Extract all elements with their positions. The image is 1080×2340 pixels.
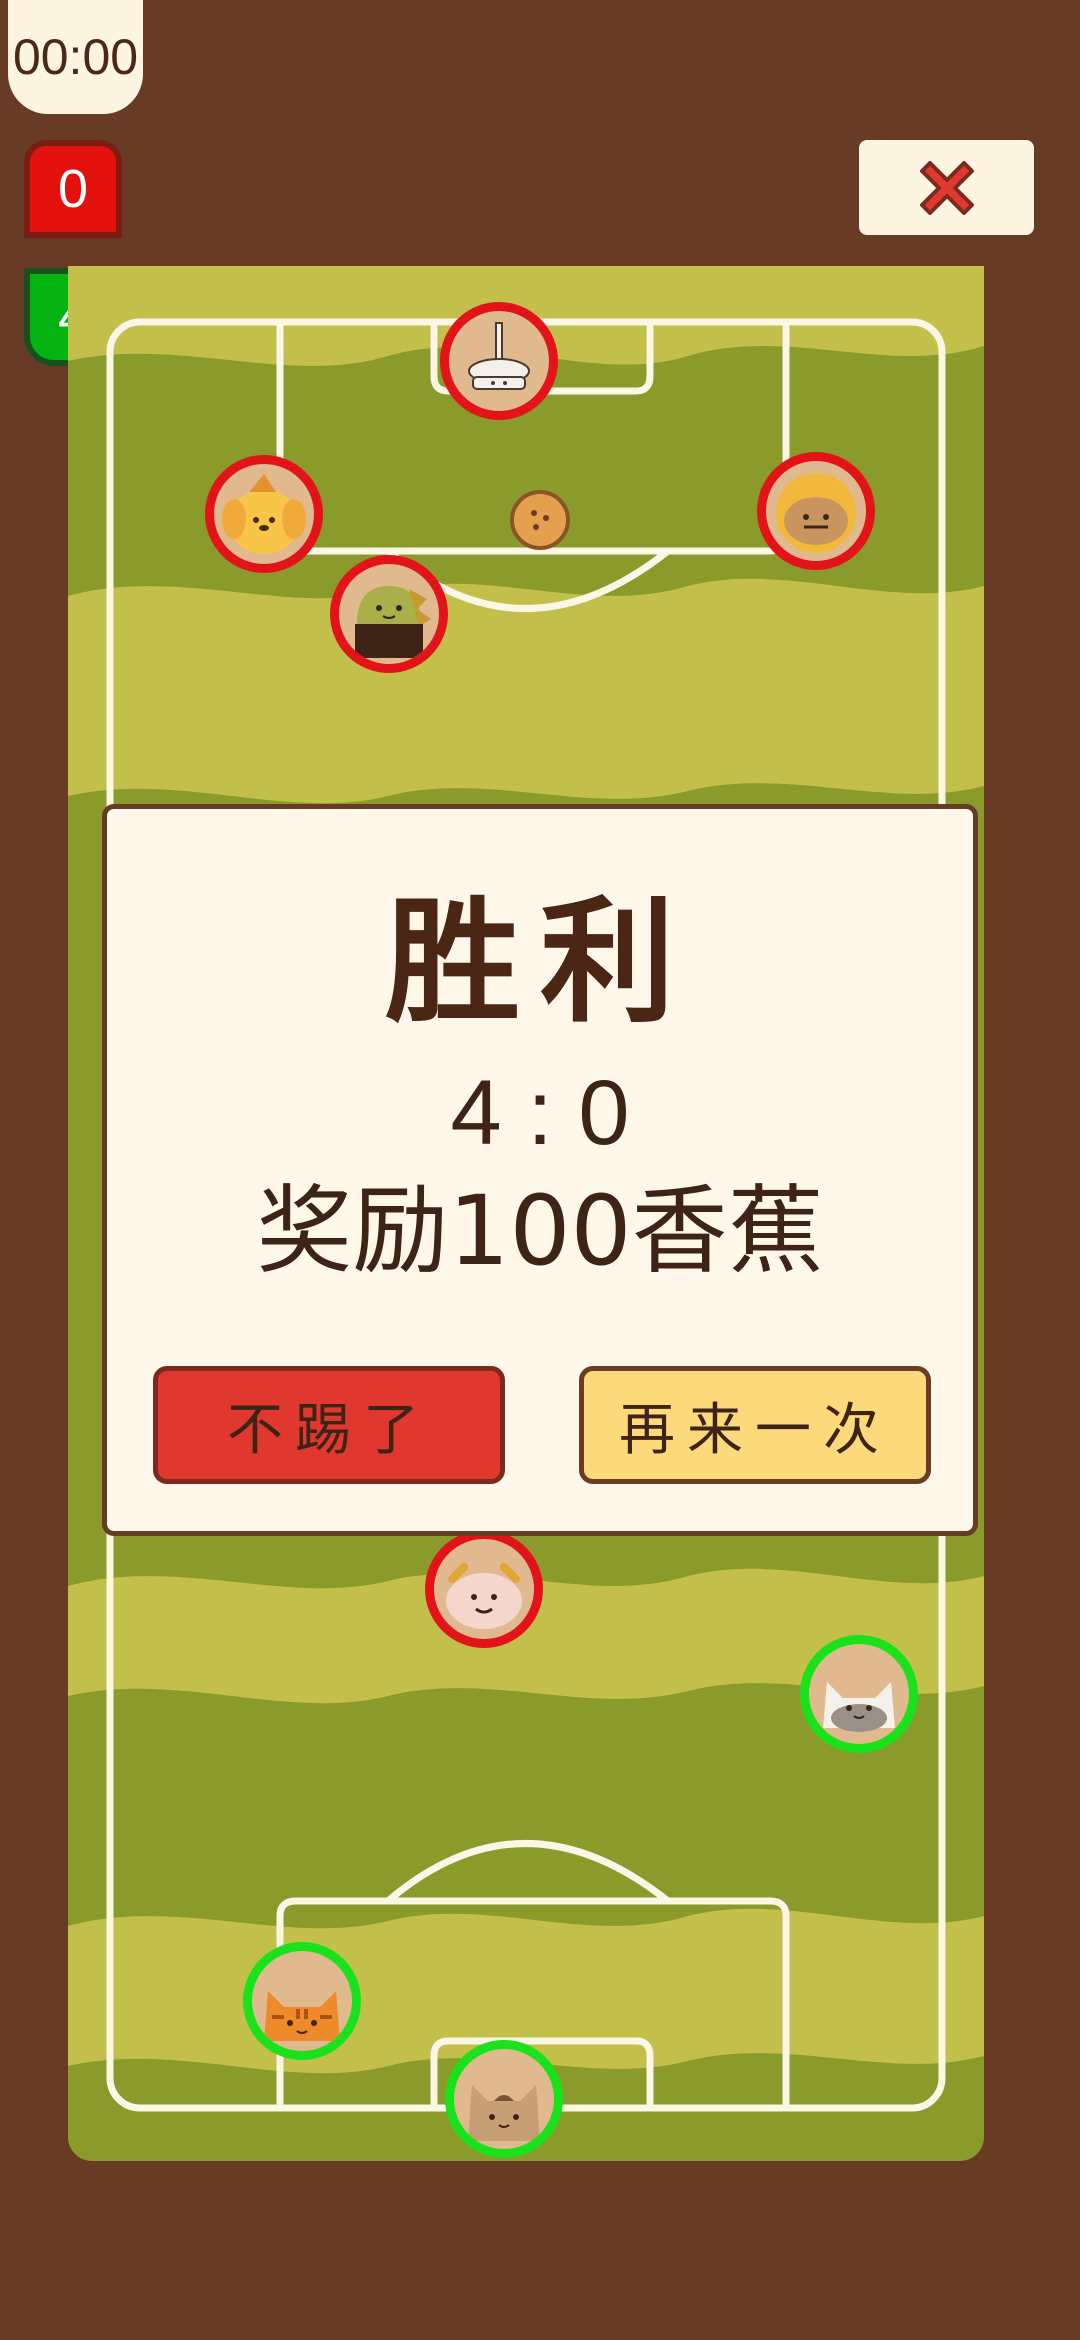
final-score: 4 : 0: [450, 1062, 630, 1164]
robot-icon: [468, 322, 530, 390]
result-dialog: 胜利 4 : 0 奖励100香蕉 不踢了 再来一次: [102, 804, 978, 1536]
red-player-goalkeeper[interactable]: [440, 302, 558, 420]
close-button[interactable]: [859, 140, 1034, 235]
close-icon: [919, 160, 974, 215]
play-again-button[interactable]: 再来一次: [579, 1366, 931, 1484]
dinosaur-icon: [355, 586, 431, 658]
lion-icon: [776, 473, 856, 553]
red-player-dinosaur[interactable]: [330, 555, 448, 673]
green-player-siamese-cat[interactable]: [800, 1635, 918, 1753]
red-player-lion[interactable]: [757, 452, 875, 570]
match-timer: 00:00: [8, 0, 143, 114]
red-team-score: 0: [24, 140, 122, 238]
dog-icon: [222, 474, 306, 554]
reward-text: 奖励100香蕉: [256, 1175, 824, 1287]
brown-cat-icon: [468, 2085, 540, 2141]
soccer-ball[interactable]: [509, 489, 571, 551]
cat-icon: [823, 1682, 895, 1732]
quit-button[interactable]: 不踢了: [153, 1366, 505, 1484]
green-player-brown-cat[interactable]: [445, 2040, 563, 2158]
red-player-dog[interactable]: [205, 455, 323, 573]
result-title: 胜利: [385, 884, 695, 1041]
crab-icon: [446, 1563, 522, 1629]
green-player-tiger-cat[interactable]: [243, 1942, 361, 2060]
tiger-cat-icon: [264, 1991, 340, 2041]
red-player-crab[interactable]: [425, 1530, 543, 1648]
